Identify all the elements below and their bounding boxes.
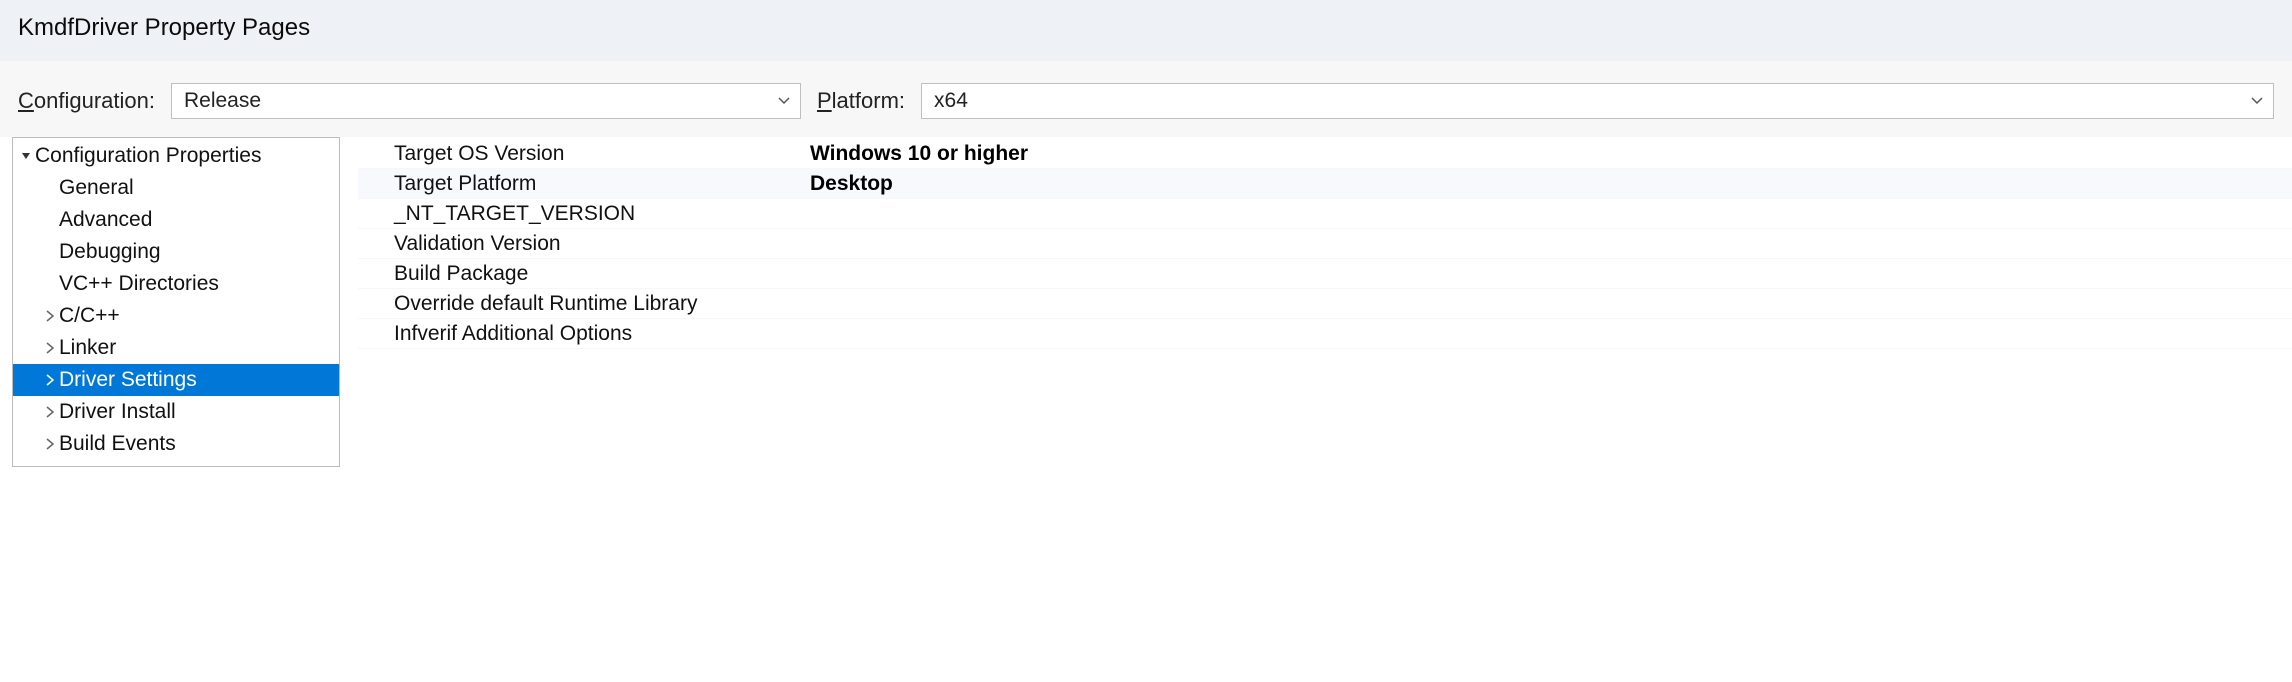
- tree-item-driver-settings[interactable]: Driver Settings: [13, 364, 339, 396]
- toolbar: Configuration: Release Platform: x64: [0, 61, 2292, 137]
- platform-dropdown[interactable]: x64: [921, 83, 2274, 119]
- property-row[interactable]: Infverif Additional Options: [358, 319, 2292, 349]
- tree-item-label: C/C++: [59, 304, 120, 328]
- property-row[interactable]: Target PlatformDesktop: [358, 169, 2292, 199]
- configuration-value: Release: [184, 89, 261, 113]
- tree-item-c-c-[interactable]: C/C++: [13, 300, 339, 332]
- configuration-label: Configuration:: [18, 88, 155, 114]
- property-name: Target Platform: [358, 172, 806, 196]
- configuration-dropdown[interactable]: Release: [171, 83, 801, 119]
- tree-item-label: Advanced: [59, 208, 152, 232]
- property-row[interactable]: Build Package: [358, 259, 2292, 289]
- property-name: Override default Runtime Library: [358, 292, 806, 316]
- platform-value: x64: [934, 89, 968, 113]
- tree-item-build-events[interactable]: Build Events: [13, 428, 339, 460]
- tree-item-label: Driver Settings: [59, 368, 197, 392]
- tree-root-configuration-properties[interactable]: Configuration Properties: [13, 140, 339, 172]
- property-grid: Target OS VersionWindows 10 or higherTar…: [358, 137, 2292, 467]
- tree-item-driver-install[interactable]: Driver Install: [13, 396, 339, 428]
- chevron-down-icon: [776, 93, 792, 109]
- property-row[interactable]: Override default Runtime Library: [358, 289, 2292, 319]
- property-row[interactable]: _NT_TARGET_VERSION: [358, 199, 2292, 229]
- platform-label: Platform:: [817, 88, 905, 114]
- chevron-down-icon: [2249, 93, 2265, 109]
- property-name: Validation Version: [358, 232, 806, 256]
- caret-right-icon: [41, 406, 59, 418]
- property-name: Infverif Additional Options: [358, 322, 806, 346]
- property-row[interactable]: Target OS VersionWindows 10 or higher: [358, 139, 2292, 169]
- caret-right-icon: [41, 342, 59, 354]
- property-value[interactable]: Desktop: [806, 172, 2292, 196]
- property-name: Target OS Version: [358, 142, 806, 166]
- caret-right-icon: [41, 374, 59, 386]
- window-title: KmdfDriver Property Pages: [0, 0, 2292, 61]
- caret-down-icon: [17, 150, 35, 162]
- tree-item-debugging[interactable]: Debugging: [13, 236, 339, 268]
- property-row[interactable]: Validation Version: [358, 229, 2292, 259]
- tree-item-linker[interactable]: Linker: [13, 332, 339, 364]
- tree-item-vc-directories[interactable]: VC++ Directories: [13, 268, 339, 300]
- tree-item-label: Build Events: [59, 432, 176, 456]
- property-name: _NT_TARGET_VERSION: [358, 202, 806, 226]
- tree-item-label: Driver Install: [59, 400, 176, 424]
- property-name: Build Package: [358, 262, 806, 286]
- caret-right-icon: [41, 310, 59, 322]
- tree-item-general[interactable]: General: [13, 172, 339, 204]
- tree-item-label: Linker: [59, 336, 116, 360]
- tree-item-label: VC++ Directories: [59, 272, 219, 296]
- tree-item-label: Configuration Properties: [35, 144, 261, 168]
- category-tree: Configuration Properties General Advanced…: [12, 137, 340, 467]
- content-area: Configuration Properties General Advanced…: [0, 137, 2292, 467]
- tree-item-advanced[interactable]: Advanced: [13, 204, 339, 236]
- property-value[interactable]: Windows 10 or higher: [806, 142, 2292, 166]
- tree-item-label: Debugging: [59, 240, 161, 264]
- tree-item-label: General: [59, 176, 134, 200]
- caret-right-icon: [41, 438, 59, 450]
